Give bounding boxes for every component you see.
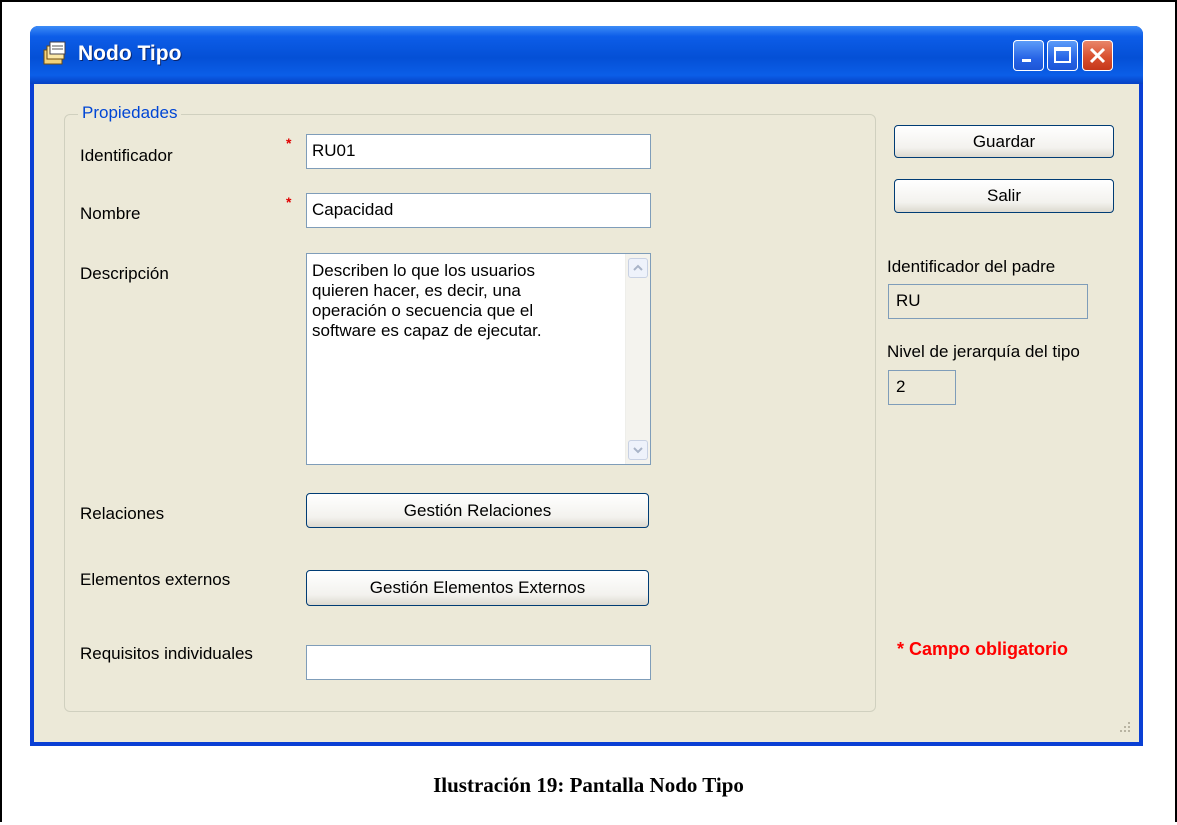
descripcion-line: quieren hacer, es decir, una (312, 281, 521, 300)
nivel-jerarquia-field: 2 (888, 370, 956, 405)
maximize-button[interactable] (1047, 40, 1078, 71)
properties-legend: Propiedades (78, 103, 182, 123)
nodo-tipo-window: Nodo Tipo Propiedades Identificador * RU… (30, 26, 1143, 746)
window-client-area: Propiedades Identificador * RU01 Nombre … (34, 84, 1139, 742)
nombre-input[interactable]: Capacidad (306, 193, 651, 228)
close-button[interactable] (1082, 40, 1113, 71)
salir-button[interactable]: Salir (894, 179, 1114, 213)
minimize-icon (1022, 59, 1031, 62)
requisitos-individuales-label: Requisitos individuales (80, 644, 253, 663)
descripcion-text: Describen lo que los usuarios quieren ha… (312, 261, 612, 341)
scroll-down-button[interactable] (628, 440, 648, 460)
resize-grip-icon[interactable] (1118, 720, 1132, 734)
descripcion-textarea[interactable]: Describen lo que los usuarios quieren ha… (306, 253, 651, 465)
identificador-padre-label: Identificador del padre (887, 257, 1056, 276)
title-bar[interactable]: Nodo Tipo (30, 26, 1143, 84)
nombre-required-mark: * (286, 194, 292, 210)
descripcion-line: operación o secuencia que el (312, 301, 534, 320)
descripcion-label: Descripción (80, 264, 169, 283)
close-icon (1089, 47, 1106, 64)
guardar-button[interactable]: Guardar (894, 125, 1114, 158)
nombre-label: Nombre (80, 204, 141, 223)
nivel-jerarquia-label: Nivel de jerarquía del tipo (887, 342, 1080, 361)
identificador-input[interactable]: RU01 (306, 134, 651, 169)
gestion-elementos-externos-button[interactable]: Gestión Elementos Externos (306, 570, 649, 606)
maximize-icon (1054, 47, 1071, 63)
descripcion-line: Describen lo que los usuarios (312, 261, 536, 280)
minimize-button[interactable] (1013, 40, 1044, 71)
scroll-up-button[interactable] (628, 258, 648, 278)
descripcion-scrollbar[interactable] (625, 254, 650, 464)
chevron-down-icon (633, 447, 643, 454)
gestion-relaciones-button[interactable]: Gestión Relaciones (306, 493, 649, 528)
folder-stack-icon (43, 41, 66, 65)
identificador-padre-field: RU (888, 284, 1088, 319)
identificador-label: Identificador (80, 146, 173, 165)
requisitos-individuales-input[interactable] (306, 645, 651, 680)
figure-caption: Ilustración 19: Pantalla Nodo Tipo (433, 773, 744, 797)
window-title: Nodo Tipo (78, 42, 182, 65)
identificador-required-mark: * (286, 135, 292, 151)
campo-obligatorio-note: * Campo obligatorio (897, 639, 1068, 659)
elementos-externos-label: Elementos externos (80, 570, 231, 589)
relaciones-label: Relaciones (80, 504, 165, 523)
chevron-up-icon (633, 264, 643, 271)
descripcion-line: software es capaz de ejecutar. (312, 321, 542, 340)
